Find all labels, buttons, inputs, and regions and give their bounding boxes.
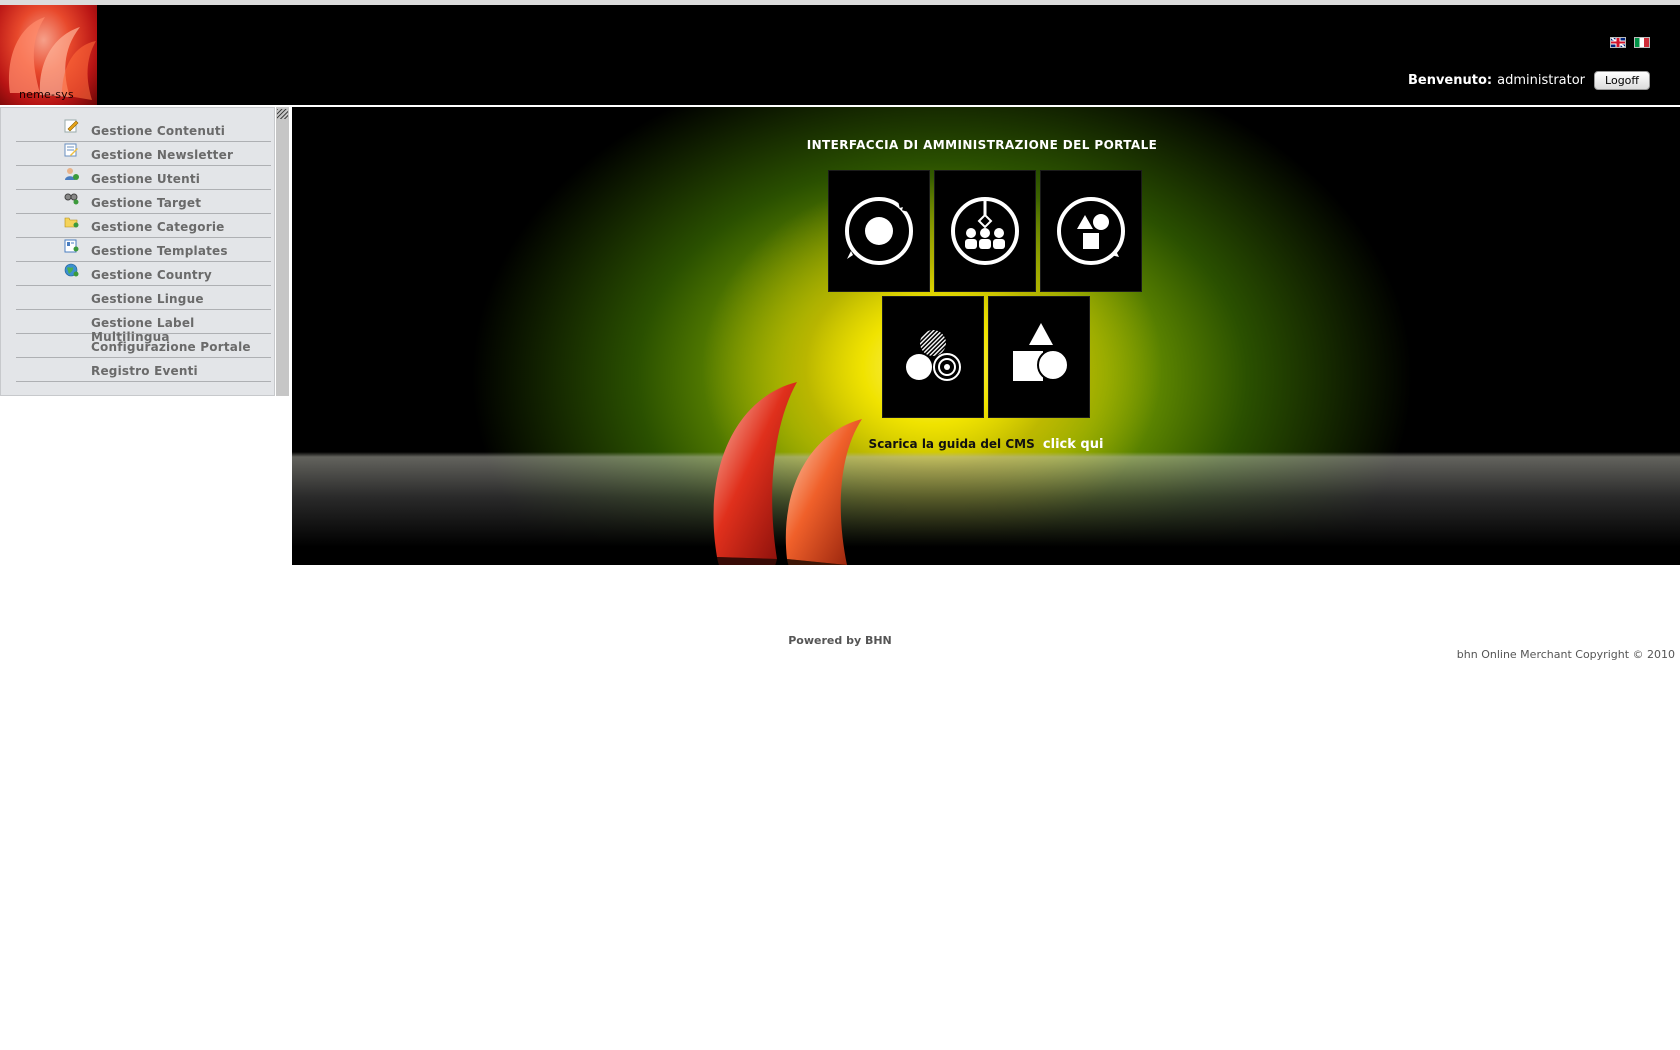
header: neme-sys Benvenuto: administrator Logoff — [0, 5, 1680, 105]
circles-tile[interactable] — [883, 297, 983, 417]
hero-title-text: INTERFACCIA DI AMMINISTRAZIONE DEL PORTA… — [806, 138, 1158, 152]
users-hierarchy-tile[interactable] — [935, 171, 1035, 291]
content-cycle-icon — [845, 197, 913, 265]
welcome-bar: Benvenuto: administrator Logoff — [1408, 71, 1650, 90]
logoff-button[interactable]: Logoff — [1594, 71, 1650, 90]
brand-flame-graphic — [713, 382, 862, 565]
sidebar-item-configurazione-portale[interactable]: Configurazione Portale — [16, 334, 271, 358]
sidebar-item-gestione-newsletter[interactable]: Gestione Newsletter — [16, 142, 271, 166]
cms-guide-text: Scarica la guida del CMS — [868, 437, 1035, 451]
copyright: bhn Online Merchant Copyright © 2010 — [1456, 648, 1675, 661]
english-flag-icon[interactable] — [1610, 37, 1626, 48]
template-icon — [64, 239, 79, 253]
sidebar-item-registro-eventi[interactable]: Registro Eventi — [16, 358, 271, 382]
sidebar-item-gestione-target[interactable]: Gestione Target — [16, 190, 271, 214]
logo[interactable]: neme-sys — [0, 5, 97, 105]
sidebar-item-label: Gestione Target — [91, 196, 202, 210]
sidebar-item-label: Gestione Templates — [91, 244, 228, 258]
language-selector — [1610, 37, 1650, 48]
admin-hero-panel: INTERFACCIA DI AMMINISTRAZIONE DEL PORTA… — [292, 107, 1680, 565]
circles-icon — [906, 330, 961, 381]
user-name: administrator — [1497, 73, 1586, 88]
italian-flag-icon[interactable] — [1634, 37, 1650, 48]
powered-by: Powered by BHN — [788, 634, 892, 647]
sidebar-menu: Gestione Contenuti Gestione Newsletter G… — [0, 107, 275, 396]
sidebar-item-gestione-label-multilingua[interactable]: Gestione Label Multilingua — [16, 310, 271, 344]
sidebar-item-label: Gestione Categorie — [91, 220, 225, 234]
target-icon — [64, 191, 79, 205]
sidebar-item-gestione-contenuti[interactable]: Gestione Contenuti — [16, 118, 271, 142]
cms-guide-link[interactable]: click qui — [1043, 437, 1104, 452]
sidebar-item-gestione-utenti[interactable]: Gestione Utenti — [16, 166, 271, 190]
edit-icon — [64, 119, 79, 133]
folder-icon — [64, 215, 79, 229]
hero-title: INTERFACCIA DI AMMINISTRAZIONE DEL PORTA… — [292, 138, 1672, 152]
sidebar-collapse-handle[interactable] — [276, 107, 289, 396]
shapes-tile[interactable] — [989, 297, 1089, 417]
sidebar-item-label: Registro Eventi — [91, 364, 198, 378]
sidebar-item-label: Gestione Contenuti — [91, 124, 226, 138]
sidebar-item-gestione-country[interactable]: Gestione Country — [16, 262, 271, 286]
sidebar-item-gestione-categorie[interactable]: Gestione Categorie — [16, 214, 271, 238]
sidebar-item-gestione-templates[interactable]: Gestione Templates — [16, 238, 271, 262]
sidebar-item-gestione-lingue[interactable]: Gestione Lingue — [16, 286, 271, 310]
shapes-cycle-tile[interactable] — [1041, 171, 1141, 291]
welcome-label: Benvenuto: — [1407, 73, 1493, 88]
sidebar-item-label: Gestione Lingue — [91, 292, 204, 306]
menu-list: Gestione Contenuti Gestione Newsletter G… — [1, 108, 274, 382]
sidebar-item-label: Configurazione Portale — [91, 340, 251, 354]
sidebar-item-label: Gestione Country — [91, 268, 212, 282]
content-cycle-tile[interactable] — [829, 171, 929, 291]
sidebar-item-label: Gestione Newsletter — [91, 148, 234, 162]
shapes-icon — [1013, 323, 1069, 381]
users-hierarchy-icon — [951, 197, 1019, 265]
cms-guide-line: Scarica la guida del CMS click qui — [292, 437, 1680, 452]
users-icon — [64, 167, 79, 181]
globe-icon — [64, 263, 79, 277]
shapes-cycle-icon — [1057, 197, 1125, 265]
logo-text: neme-sys — [19, 88, 74, 101]
sidebar-item-label: Gestione Utenti — [91, 172, 201, 186]
resize-grip-icon — [277, 109, 288, 119]
newsletter-icon — [64, 143, 79, 157]
